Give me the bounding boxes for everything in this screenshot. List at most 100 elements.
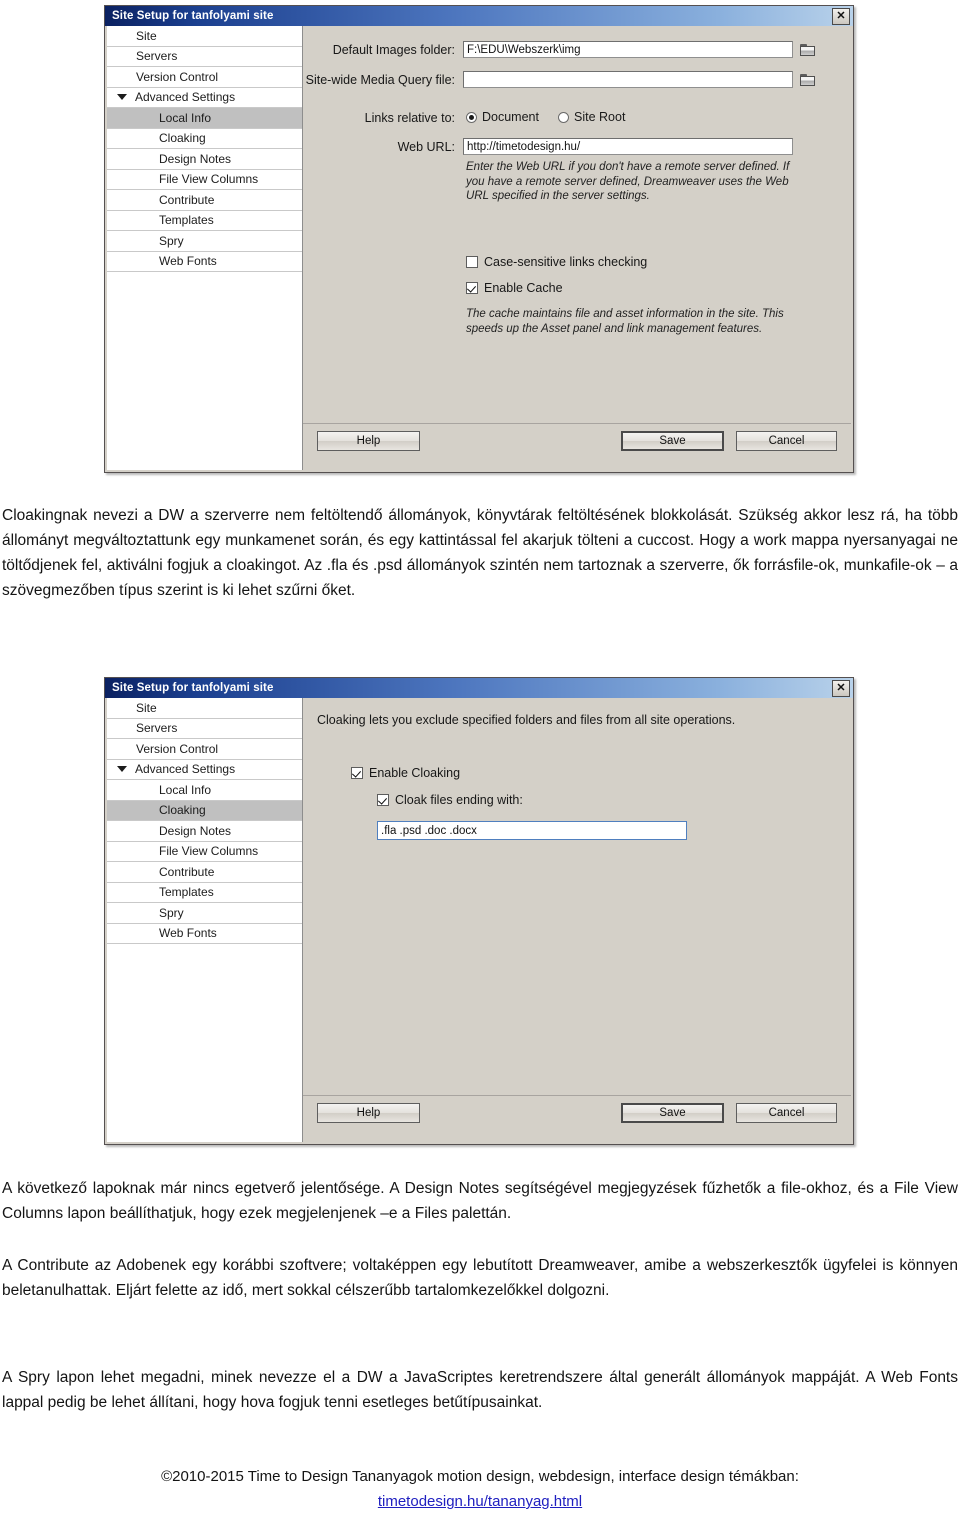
close-icon[interactable]: ✕ <box>832 8 850 25</box>
enable-cache-checkbox[interactable] <box>466 282 478 294</box>
sidebar-item-spry[interactable]: Spry <box>107 903 302 924</box>
dialog2-sidebar: Site Servers Version Control Advanced Setti… <box>107 698 303 1142</box>
case-sensitive-links-checkbox[interactable] <box>466 256 478 268</box>
sidebar-item-templates[interactable]: Templates <box>107 883 302 903</box>
sidebar-item-templates[interactable]: Templates <box>107 211 302 231</box>
sidebar-item-label: Contribute <box>159 864 215 879</box>
sidebar-item-label: Templates <box>159 213 214 228</box>
dialog1-title: Site Setup for tanfolyami site <box>112 10 274 22</box>
sidebar-item-label: Web Fonts <box>159 926 217 941</box>
sidebar-item-label: Advanced Settings <box>135 762 236 777</box>
cancel-button[interactable]: Cancel <box>736 431 837 451</box>
close-icon[interactable]: ✕ <box>832 680 850 697</box>
sidebar-item-spry[interactable]: Spry <box>107 231 302 252</box>
cloak-files-ending-checkbox-row[interactable]: Cloak files ending with: <box>377 793 523 807</box>
sidebar-item-label: Cloaking <box>159 803 206 818</box>
media-query-file-input[interactable] <box>463 71 793 88</box>
dialog2-content-panel: Cloaking lets you exclude specified fold… <box>303 698 851 1142</box>
sidebar-item-label: Version Control <box>136 741 219 756</box>
sidebar-item-label: Version Control <box>136 69 219 84</box>
enable-cache-checkbox-row[interactable]: Enable Cache <box>466 281 563 295</box>
sidebar-item-file-view-columns[interactable]: File View Columns <box>107 170 302 190</box>
links-relative-label: Links relative to: <box>364 111 455 125</box>
case-sensitive-links-checkbox-row[interactable]: Case-sensitive links checking <box>466 255 647 269</box>
dialog1-body: Site Servers Version Control Advanced Setti… <box>107 26 851 470</box>
dialog2-titlebar: Site Setup for tanfolyami site ✕ <box>105 678 853 698</box>
enable-cloaking-checkbox-row[interactable]: Enable Cloaking <box>351 766 460 780</box>
sidebar-item-advanced-settings[interactable]: Advanced Settings <box>107 760 302 780</box>
default-images-folder-label: Default Images folder: <box>332 42 455 57</box>
cloak-extensions-input[interactable]: .fla .psd .doc .docx <box>377 821 687 840</box>
sidebar-item-advanced-settings[interactable]: Advanced Settings <box>107 88 302 108</box>
web-url-input[interactable]: http://timetodesign.hu/ <box>463 138 793 155</box>
sidebar-item-label: Contribute <box>159 192 215 207</box>
chevron-down-icon[interactable] <box>117 766 127 773</box>
sidebar-item-web-fonts[interactable]: Web Fonts <box>107 252 302 272</box>
sidebar-item-web-fonts[interactable]: Web Fonts <box>107 924 302 944</box>
sidebar-item-cloaking[interactable]: Cloaking <box>107 129 302 149</box>
sidebar-item-site[interactable]: Site <box>107 698 302 719</box>
sidebar-item-label: Spry <box>159 905 184 920</box>
sidebar-item-local-info[interactable]: Local Info <box>107 780 302 801</box>
media-query-file-row: Site-wide Media Query file: <box>303 71 819 88</box>
help-button[interactable]: Help <box>317 1103 420 1123</box>
web-url-label: Web URL: <box>397 139 455 154</box>
help-button[interactable]: Help <box>317 431 420 451</box>
links-relative-document-option[interactable]: Document <box>466 110 539 124</box>
sidebar-item-design-notes[interactable]: Design Notes <box>107 149 302 170</box>
sidebar-item-label: Servers <box>136 721 178 736</box>
sidebar-item-label: Site <box>136 28 157 43</box>
dialog1-button-bar: Help Save Cancel <box>303 423 851 470</box>
paragraph-spry-webfonts: A Spry lapon lehet megadni, minek nevezz… <box>2 1369 958 1412</box>
paragraph-cloaking-intro: Cloakingnak nevezi a DW a szerverre nem … <box>2 507 958 600</box>
sidebar-item-site[interactable]: Site <box>107 26 302 47</box>
cloak-files-ending-checkbox[interactable] <box>377 794 389 806</box>
sidebar-item-label: File View Columns <box>159 844 259 859</box>
sidebar-item-cloaking[interactable]: Cloaking <box>107 800 302 821</box>
folder-browse-icon[interactable] <box>800 72 817 87</box>
sidebar-item-local-info[interactable]: Local Info <box>107 108 302 129</box>
sidebar-item-label: Local Info <box>159 782 212 797</box>
radio-site-root-icon[interactable] <box>558 111 569 123</box>
radio-document-label: Document <box>482 110 539 124</box>
enable-cloaking-label: Enable Cloaking <box>369 766 461 780</box>
enable-cloaking-checkbox[interactable] <box>351 767 363 779</box>
sidebar-item-label: Local Info <box>159 110 212 125</box>
media-query-file-label: Site-wide Media Query file: <box>305 72 455 87</box>
sidebar-item-label: Servers <box>136 49 178 64</box>
dialog2-body: Site Servers Version Control Advanced Setti… <box>107 698 851 1142</box>
sidebar-item-label: Spry <box>159 233 184 248</box>
save-button[interactable]: Save <box>621 1103 724 1123</box>
sidebar-item-servers[interactable]: Servers <box>107 719 302 739</box>
paragraph-design-notes: A következő lapoknak már nincs egetverő … <box>2 1180 958 1223</box>
sidebar-item-servers[interactable]: Servers <box>107 47 302 67</box>
dialog1-content-panel: Default Images folder: F:\EDU\Webszerk\i… <box>303 26 851 470</box>
links-relative-site-root-option[interactable]: Site Root <box>558 110 625 124</box>
chevron-down-icon[interactable] <box>117 94 127 101</box>
radio-document-icon[interactable] <box>466 111 477 123</box>
sidebar-item-version-control[interactable]: Version Control <box>107 739 302 760</box>
dialog2-button-bar: Help Save Cancel <box>303 1095 851 1142</box>
cancel-button[interactable]: Cancel <box>736 1103 837 1123</box>
save-button[interactable]: Save <box>621 431 724 451</box>
folder-browse-icon[interactable] <box>800 42 817 57</box>
sidebar-item-contribute[interactable]: Contribute <box>107 862 302 883</box>
case-sensitive-links-label: Case-sensitive links checking <box>484 255 648 269</box>
web-url-row: Web URL: http://timetodesign.hu/ <box>303 138 803 155</box>
dialog1-sidebar: Site Servers Version Control Advanced Setti… <box>107 26 303 470</box>
default-images-folder-input[interactable]: F:\EDU\Webszerk\img <box>463 41 793 58</box>
cloak-files-ending-label: Cloak files ending with: <box>395 793 523 807</box>
sidebar-item-label: Design Notes <box>159 823 232 838</box>
sidebar-item-version-control[interactable]: Version Control <box>107 67 302 88</box>
footer-link[interactable]: timetodesign.hu/tananyag.html <box>378 1493 582 1510</box>
paragraph-contribute: A Contribute az Adobenek egy korábbi szo… <box>2 1257 958 1300</box>
sidebar-item-label: File View Columns <box>159 172 259 187</box>
sidebar-item-contribute[interactable]: Contribute <box>107 190 302 211</box>
sidebar-item-file-view-columns[interactable]: File View Columns <box>107 842 302 862</box>
default-images-folder-row: Default Images folder: F:\EDU\Webszerk\i… <box>303 41 819 58</box>
sidebar-item-design-notes[interactable]: Design Notes <box>107 821 302 842</box>
sidebar-item-label: Site <box>136 700 157 715</box>
dialog2-title: Site Setup for tanfolyami site <box>112 682 274 694</box>
sidebar-item-label: Advanced Settings <box>135 90 236 105</box>
site-setup-dialog-cloaking: Site Setup for tanfolyami site ✕ Site Ser… <box>104 677 854 1145</box>
